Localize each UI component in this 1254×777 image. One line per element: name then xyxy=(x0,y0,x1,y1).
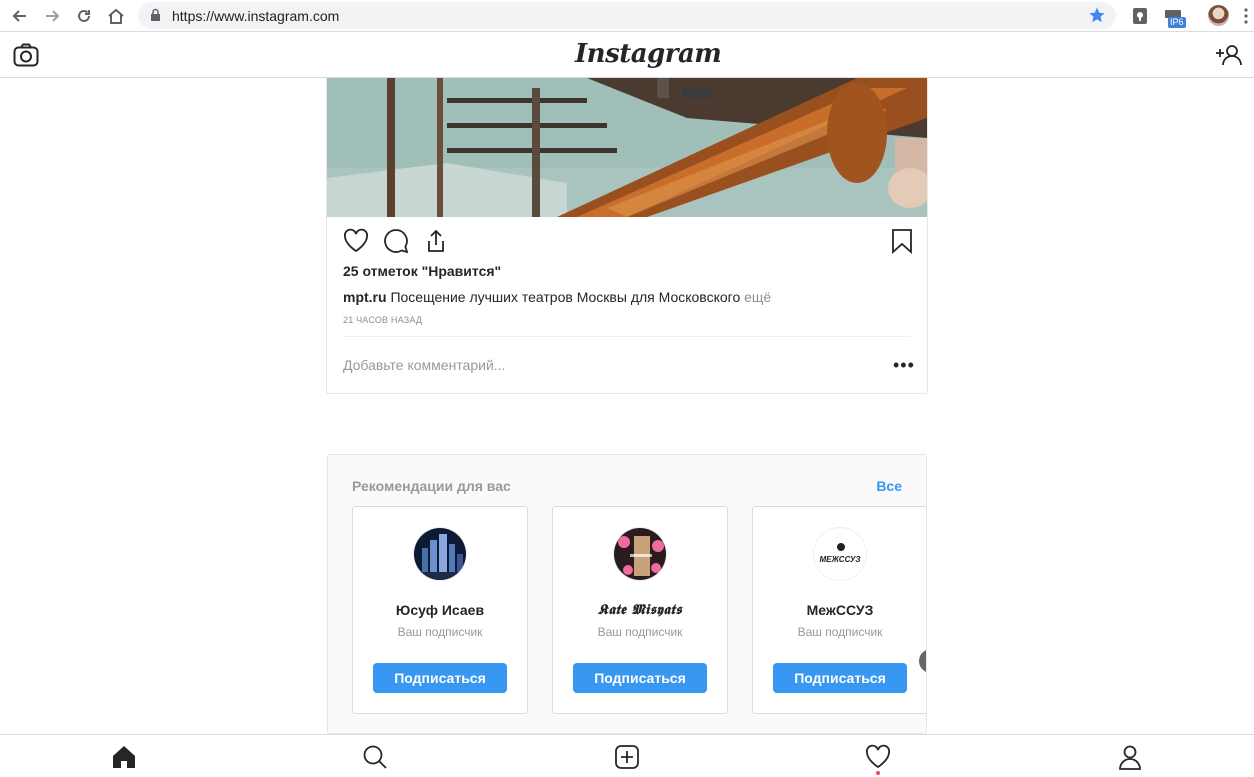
new-post-icon[interactable] xyxy=(614,744,640,770)
follow-button[interactable]: Подписаться xyxy=(573,663,707,693)
suggestion-subtitle: Ваш подписчик xyxy=(797,625,883,639)
browser-toolbar: https://www.instagram.com IP6 xyxy=(0,0,1254,32)
post-caption: mpt.ru Посещение лучших театров Москвы д… xyxy=(343,289,771,305)
see-all-link[interactable]: Все xyxy=(876,478,902,494)
suggestion-card: МЕЖССУЗ МежССУЗ Ваш подписчик Подписатьс… xyxy=(752,506,926,714)
follow-button[interactable]: Подписаться xyxy=(773,663,907,693)
suggestion-subtitle: Ваш подписчик xyxy=(397,625,483,639)
url-text[interactable]: https://www.instagram.com xyxy=(172,8,339,24)
home-nav-icon[interactable] xyxy=(111,744,137,770)
activity-heart-icon[interactable] xyxy=(865,744,891,770)
search-icon[interactable] xyxy=(362,744,388,770)
extension-badge: IP6 xyxy=(1168,17,1186,28)
suggestions-title: Рекомендации для вас xyxy=(352,478,511,494)
notification-dot xyxy=(876,771,880,775)
profile-icon[interactable] xyxy=(1117,744,1143,770)
suggestion-card: Юсуф Исаев Ваш подписчик Подписаться xyxy=(352,506,528,714)
add-user-icon[interactable] xyxy=(1214,43,1242,72)
caption-text: Посещение лучших театров Москвы для Моск… xyxy=(390,289,741,305)
suggestion-cards: Юсуф Исаев Ваш подписчик Подписаться 𝕶𝖆𝖙… xyxy=(352,506,926,716)
avatar-logo-text: МЕЖССУЗ xyxy=(819,555,861,564)
suggestion-subtitle: Ваш подписчик xyxy=(597,625,683,639)
back-icon[interactable] xyxy=(8,4,32,28)
bookmark-star-icon[interactable] xyxy=(1088,6,1106,29)
share-icon[interactable] xyxy=(423,228,449,259)
instagram-logo[interactable]: Instagram xyxy=(575,39,722,69)
suggestion-name[interactable]: Юсуф Исаев xyxy=(353,602,527,618)
post-timestamp[interactable]: 21 ЧАСОВ НАЗАД xyxy=(343,315,422,325)
comment-icon[interactable] xyxy=(383,228,409,259)
comment-divider xyxy=(343,336,911,337)
extension-lightbulb-icon[interactable] xyxy=(1128,4,1152,28)
post-author[interactable]: mpt.ru xyxy=(343,289,387,305)
suggestion-name[interactable]: МежССУЗ xyxy=(753,602,926,618)
forward-icon[interactable] xyxy=(40,4,64,28)
instagram-header: Instagram xyxy=(0,33,1254,78)
follow-button[interactable]: Подписаться xyxy=(373,663,507,693)
like-heart-icon[interactable] xyxy=(343,228,369,259)
browser-profile-avatar[interactable] xyxy=(1208,5,1229,26)
suggestion-card: 𝕶𝖆𝖙𝖊 𝕸𝖎𝖘𝖞𝖆𝖙𝖘 Ваш подписчик Подписаться xyxy=(552,506,728,714)
post-options-button[interactable]: ••• xyxy=(893,356,915,374)
bookmark-save-icon[interactable] xyxy=(891,228,913,259)
home-icon[interactable] xyxy=(104,4,128,28)
suggestion-name[interactable]: 𝕶𝖆𝖙𝖊 𝕸𝖎𝖘𝖞𝖆𝖙𝖘 xyxy=(553,602,727,618)
camera-icon[interactable] xyxy=(13,43,39,72)
lock-icon[interactable] xyxy=(150,8,161,27)
address-bar[interactable]: https://www.instagram.com xyxy=(138,2,1116,29)
caption-more-link[interactable]: ещё xyxy=(744,289,771,305)
bottom-navigation xyxy=(0,734,1254,777)
feed-post: 25 отметок "Нравится" mpt.ru Посещение л… xyxy=(326,78,928,394)
likes-count[interactable]: 25 отметок "Нравится" xyxy=(343,263,501,279)
post-photo[interactable] xyxy=(327,78,927,217)
browser-menu-icon[interactable] xyxy=(1234,4,1254,28)
comment-input[interactable] xyxy=(343,357,863,373)
reload-icon[interactable] xyxy=(72,4,96,28)
avatar[interactable] xyxy=(613,527,667,581)
avatar[interactable]: МЕЖССУЗ xyxy=(813,527,867,581)
suggestions-panel: Рекомендации для вас Все Юсуф Исаев Ваш … xyxy=(327,454,927,734)
avatar[interactable] xyxy=(413,527,467,581)
